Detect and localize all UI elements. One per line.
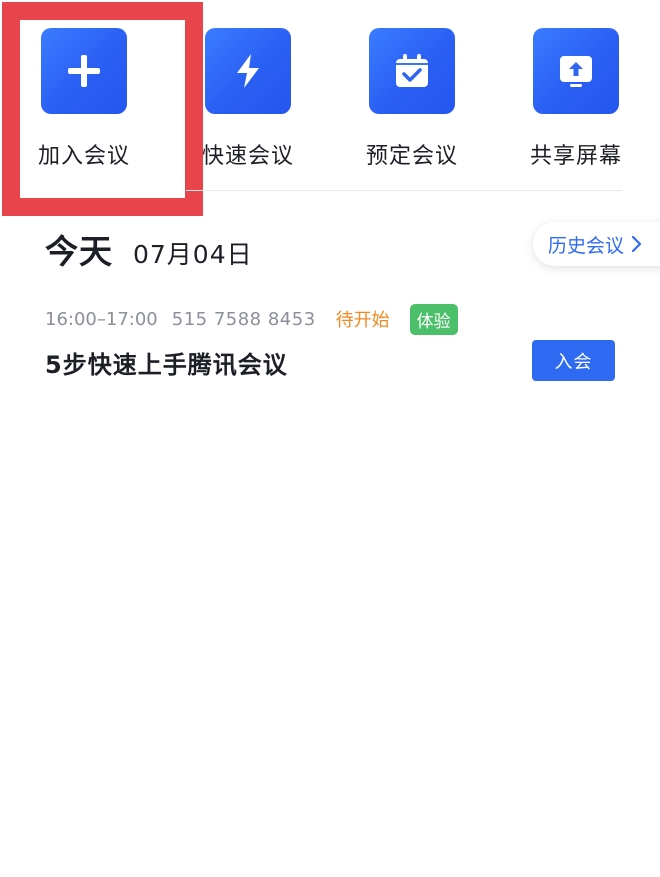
meeting-id: 515 7588 8453 (171, 308, 316, 330)
meeting-status: 待开始 (335, 310, 390, 331)
day-header: 今天 07月04日 (45, 225, 253, 273)
plus-icon (68, 55, 100, 87)
quick-meeting-tile (205, 28, 291, 114)
quick-actions-bar: 加入会议 快速会议 预定会议 共享屏幕 (0, 0, 660, 190)
section-divider (186, 190, 622, 191)
screen-share-icon (560, 56, 592, 87)
join-button[interactable]: 入会 (532, 340, 615, 381)
schedule-meeting-label: 预定会议 (365, 144, 458, 169)
meeting-meta: 16:00–17:00 515 7588 8453 待开始 体验 (45, 303, 620, 335)
share-screen-label: 共享屏幕 (529, 144, 622, 169)
history-meetings-button[interactable]: 历史会议 (533, 222, 660, 266)
chevron-right-icon (630, 235, 642, 253)
join-meeting-button[interactable]: 加入会议 (24, 28, 144, 178)
join-meeting-label: 加入会议 (37, 144, 130, 169)
share-screen-button[interactable]: 共享屏幕 (516, 28, 636, 178)
day-date: 07月04日 (133, 240, 253, 269)
schedule-meeting-tile (369, 28, 455, 114)
quick-meeting-button[interactable]: 快速会议 (188, 28, 308, 178)
meeting-tag-badge: 体验 (409, 303, 458, 335)
meeting-home-screen: 加入会议 快速会议 预定会议 共享屏幕 今天 07月04日 历史会议 16:00… (0, 0, 660, 877)
share-screen-tile (533, 28, 619, 114)
quick-meeting-label: 快速会议 (201, 144, 294, 169)
join-meeting-tile (41, 28, 127, 114)
day-title: 今天 (45, 232, 113, 271)
history-meetings-label: 历史会议 (548, 234, 625, 257)
schedule-meeting-button[interactable]: 预定会议 (352, 28, 472, 178)
calendar-check-icon (396, 54, 428, 87)
meeting-time: 16:00–17:00 (45, 308, 158, 330)
lightning-icon (237, 54, 259, 88)
